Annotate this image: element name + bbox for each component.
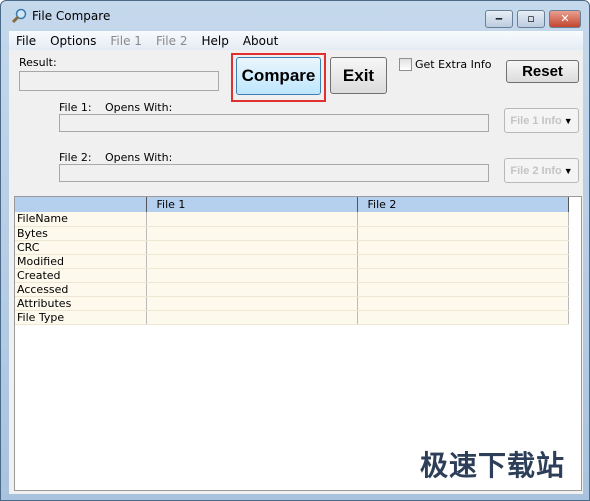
title-bar: File Compare xyxy=(11,5,110,27)
file1-cell xyxy=(146,282,358,297)
menu-help[interactable]: Help xyxy=(194,34,235,48)
file2-cell xyxy=(357,268,569,283)
minimize-button[interactable]: ‒ xyxy=(485,10,513,28)
table-row[interactable]: Accessed xyxy=(15,282,569,297)
reset-button[interactable]: Reset xyxy=(506,60,579,83)
maximize-button[interactable]: ▫ xyxy=(517,10,545,28)
file2-cell xyxy=(357,254,569,269)
table-row[interactable]: Created xyxy=(15,268,569,283)
column-header xyxy=(15,197,147,212)
file1-cell xyxy=(146,268,358,283)
column-header-file1: File 1 xyxy=(146,197,358,212)
file1-cell xyxy=(146,226,358,241)
row-label: FileName xyxy=(15,212,147,227)
file2-cell xyxy=(357,282,569,297)
table-row[interactable]: Attributes xyxy=(15,296,569,311)
table-row[interactable]: File Type xyxy=(15,310,569,325)
file2-info-button[interactable]: File 2 Info ▼ xyxy=(504,158,579,183)
extra-info-checkbox[interactable] xyxy=(399,58,412,71)
menu-file2[interactable]: File 2 xyxy=(149,34,195,48)
file2-cell xyxy=(357,226,569,241)
row-label: Accessed xyxy=(15,282,147,297)
row-label: Bytes xyxy=(15,226,147,241)
watermark: 极速下载站 xyxy=(419,449,565,482)
result-label: Result: xyxy=(19,56,57,69)
menu-options[interactable]: Options xyxy=(43,34,103,48)
file2-label: File 2: xyxy=(59,151,92,164)
table-row[interactable]: Bytes xyxy=(15,226,569,241)
file2-field xyxy=(59,164,489,182)
compare-button[interactable]: Compare xyxy=(236,57,321,95)
result-field xyxy=(19,71,219,91)
file1-field xyxy=(59,114,489,132)
file1-cell xyxy=(146,254,358,269)
table-row[interactable]: FileName xyxy=(15,212,569,227)
file2-cell xyxy=(357,212,569,227)
file1-label: File 1: xyxy=(59,101,92,114)
file2-opens-with-label: Opens With: xyxy=(105,151,173,164)
close-button[interactable]: ✕ xyxy=(549,10,581,28)
table-row[interactable]: CRC xyxy=(15,240,569,255)
window-title: File Compare xyxy=(32,9,111,23)
dropdown-arrow-icon: ▼ xyxy=(563,165,573,176)
table-row[interactable]: Modified xyxy=(15,254,569,269)
file1-cell xyxy=(146,296,358,311)
file1-opens-with-label: Opens With: xyxy=(105,101,173,114)
menu-file[interactable]: File xyxy=(9,34,43,48)
file1-cell xyxy=(146,240,358,255)
extra-info-label: Get Extra Info xyxy=(415,58,492,71)
file1-info-label: File 1 Info xyxy=(510,114,562,127)
menu-bar: File Options File 1 File 2 Help About xyxy=(9,31,583,50)
row-label: Attributes xyxy=(15,296,147,311)
menu-about[interactable]: About xyxy=(236,34,285,48)
magnifier-icon xyxy=(11,8,27,24)
app-window: File Compare ‒ ▫ ✕ File Options File 1 F… xyxy=(0,0,590,501)
dropdown-arrow-icon: ▼ xyxy=(563,115,573,126)
row-label: File Type xyxy=(15,310,147,325)
row-label: Modified xyxy=(15,254,147,269)
file1-info-button[interactable]: File 1 Info ▼ xyxy=(504,108,579,133)
file2-cell xyxy=(357,240,569,255)
row-label: Created xyxy=(15,268,147,283)
file1-cell xyxy=(146,310,358,325)
exit-button[interactable]: Exit xyxy=(330,57,387,94)
row-label: CRC xyxy=(15,240,147,255)
client-area: Result: Compare Exit Get Extra Info Rese… xyxy=(9,50,583,494)
file2-cell xyxy=(357,296,569,311)
comparison-table: File 1 File 2 FileName Bytes CRC Modified Cr… xyxy=(15,197,569,325)
file2-cell xyxy=(357,310,569,325)
column-header-file2: File 2 xyxy=(357,197,569,212)
file1-cell xyxy=(146,212,358,227)
menu-file1[interactable]: File 1 xyxy=(103,34,149,48)
file2-info-label: File 2 Info xyxy=(510,164,562,177)
